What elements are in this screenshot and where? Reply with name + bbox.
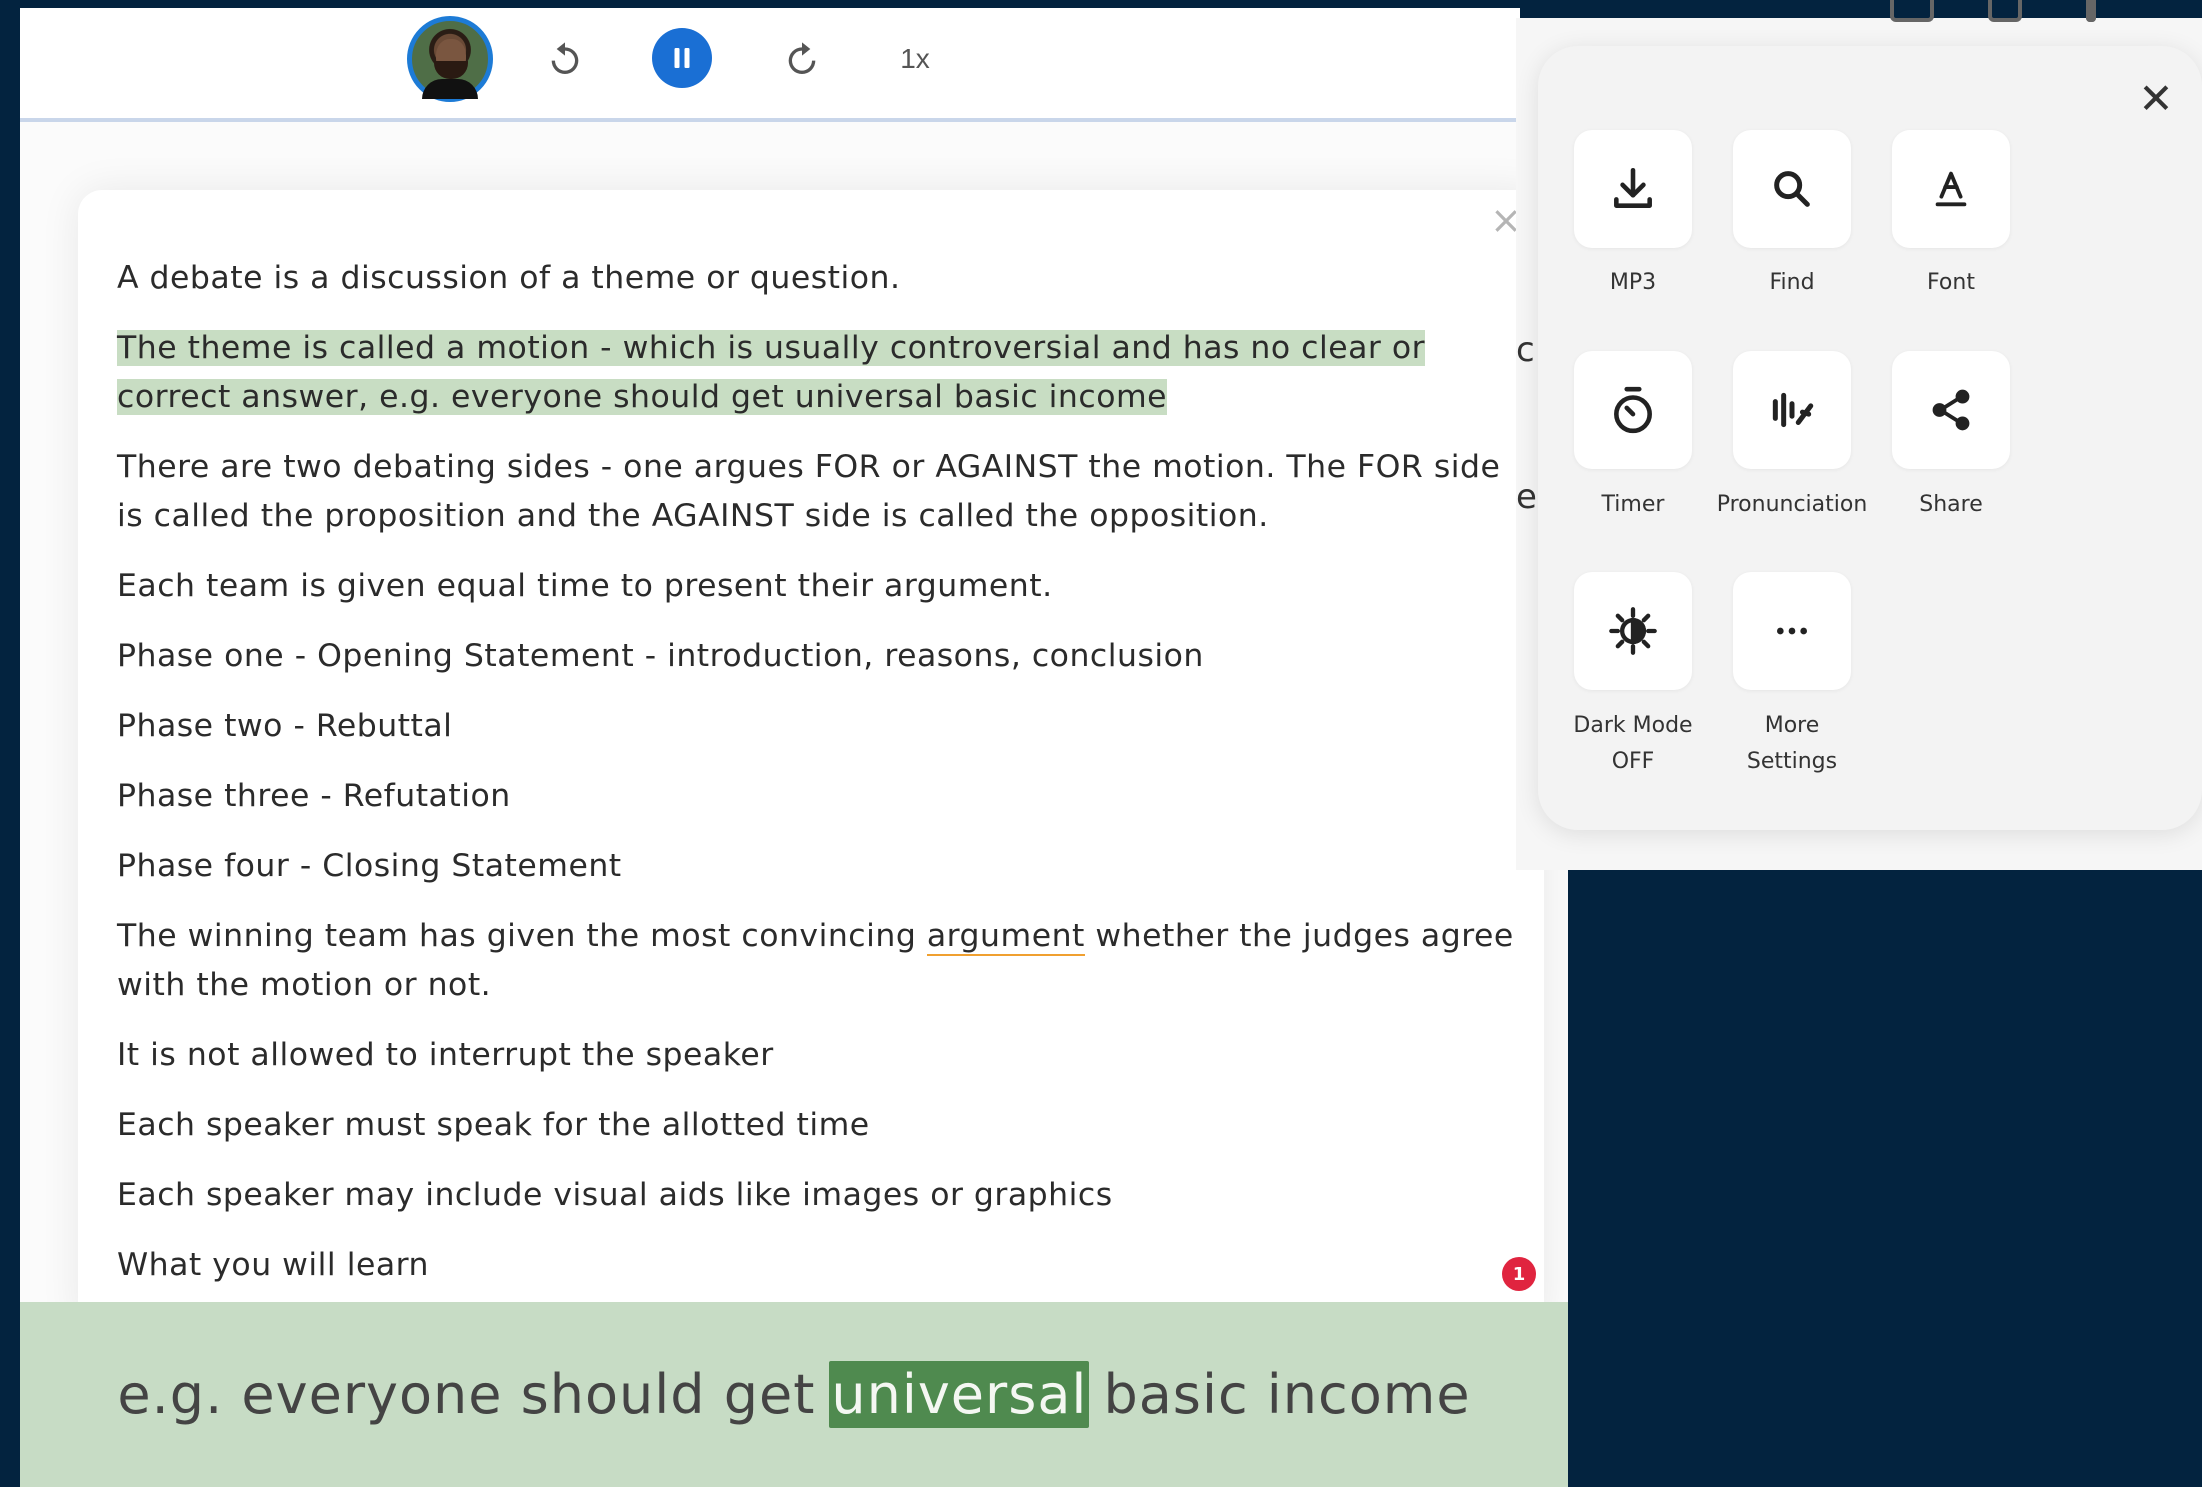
pause-icon	[674, 48, 690, 68]
font-label: Font	[1927, 270, 1975, 295]
paragraph[interactable]: A debate is a discussion of a theme or q…	[117, 254, 1517, 303]
pronunciation-button[interactable]	[1733, 351, 1851, 469]
pronunciation-icon	[1772, 392, 1814, 428]
find-button[interactable]	[1733, 130, 1851, 248]
avatar-beard	[434, 61, 468, 79]
caption-after: basic income	[1103, 1363, 1471, 1426]
dark-mode-label-line1: Dark Mode	[1573, 713, 1693, 738]
highlighted-line: The theme is called a motion - which is …	[117, 330, 1426, 366]
caption-before: e.g. everyone should get	[117, 1363, 816, 1426]
caption-current-word: universal	[829, 1361, 1090, 1428]
download-icon	[1614, 167, 1652, 208]
left-edge	[0, 0, 20, 1487]
paragraph-highlighted[interactable]: The theme is called a motion - which is …	[117, 324, 1517, 422]
share-label: Share	[1919, 492, 1983, 517]
paragraph[interactable]: It is not allowed to interrupt the speak…	[117, 1031, 1517, 1080]
timer-button[interactable]	[1574, 351, 1692, 469]
font-button[interactable]	[1892, 130, 2010, 248]
paragraph[interactable]: Each team is given equal time to present…	[117, 562, 1517, 611]
panel-close-button[interactable]: ✕	[2133, 76, 2179, 122]
cropped-icon	[1988, 0, 2022, 22]
speed-button[interactable]: 1x	[890, 34, 940, 84]
paragraph[interactable]: Phase three - Refutation	[117, 772, 1517, 821]
paragraph[interactable]: Phase one - Opening Statement - introduc…	[117, 632, 1517, 681]
forward-button[interactable]	[774, 31, 830, 87]
paragraph[interactable]: What you will learn	[117, 1241, 1517, 1290]
search-icon	[1774, 171, 1810, 207]
more-settings-label-line1: More	[1764, 713, 1820, 738]
player-bar: 1x	[20, 8, 1520, 122]
pause-button[interactable]	[652, 28, 712, 88]
timer-icon	[1614, 386, 1652, 434]
paragraph[interactable]: There are two debating sides - one argue…	[117, 443, 1517, 541]
underlined-word[interactable]: argument	[926, 918, 1085, 956]
mp3-button[interactable]	[1574, 130, 1692, 248]
more-settings-label-line2: Settings	[1746, 749, 1838, 774]
highlighted-line: correct answer, e.g. everyone should get…	[117, 379, 1168, 415]
share-icon	[1932, 389, 1970, 431]
notification-badge[interactable]: 1	[1502, 1257, 1536, 1291]
forward-icon	[788, 42, 816, 74]
voice-avatar[interactable]	[407, 16, 493, 102]
paragraph[interactable]: Each speaker may include visual aids lik…	[117, 1171, 1517, 1220]
paragraph[interactable]: Each speaker must speak for the allotted…	[117, 1101, 1517, 1150]
top-strip-icons	[1890, 0, 2202, 22]
dark-mode-button[interactable]	[1574, 572, 1692, 690]
dark-mode-status: OFF	[1611, 749, 1655, 774]
more-icon	[1777, 627, 1807, 635]
background-area	[1568, 870, 2202, 1487]
rewind-icon	[551, 42, 579, 74]
dark-mode-icon	[1609, 607, 1657, 655]
reading-content: A debate is a discussion of a theme or q…	[117, 254, 1517, 1311]
paragraph[interactable]: Phase four - Closing Statement	[117, 842, 1517, 891]
more-settings-label: More Settings	[1697, 708, 1887, 780]
caption-bar: e.g. everyone should get universal basic…	[20, 1302, 1568, 1487]
font-icon	[1935, 171, 1967, 207]
share-button[interactable]	[1892, 351, 2010, 469]
cropped-icon	[1890, 0, 1934, 22]
avatar-shirt	[422, 79, 478, 99]
rewind-button[interactable]	[537, 31, 593, 87]
paragraph[interactable]: The winning team has given the most conv…	[117, 912, 1517, 1010]
obscured-text-fragment: e	[1516, 477, 1537, 517]
paragraph[interactable]: Phase two - Rebuttal	[117, 702, 1517, 751]
obscured-text-fragment: c	[1516, 330, 1535, 370]
more-settings-button[interactable]	[1733, 572, 1851, 690]
cropped-icon	[2086, 0, 2096, 22]
paragraph-text: The winning team has given the most conv…	[117, 918, 917, 954]
